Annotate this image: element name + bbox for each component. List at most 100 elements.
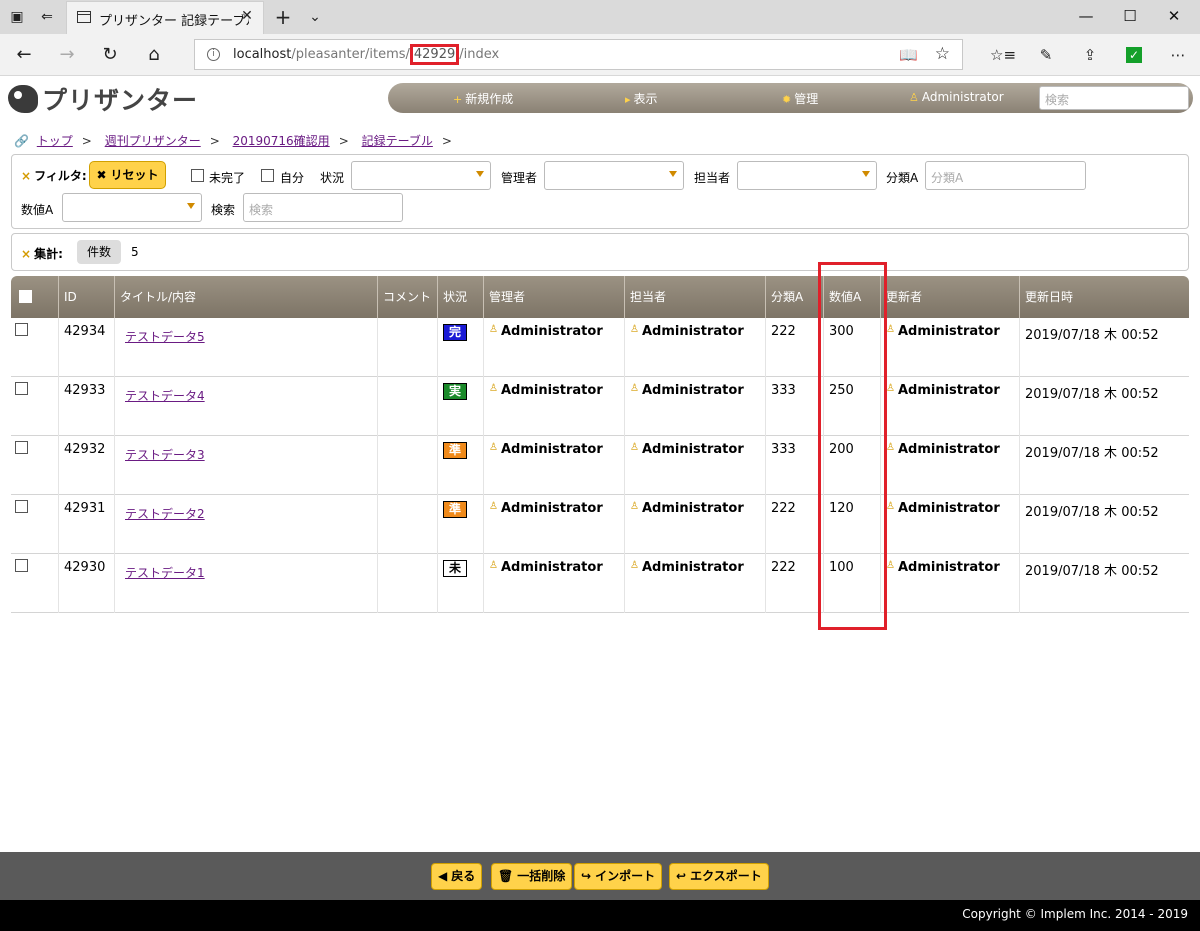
self-checkbox[interactable] <box>261 169 274 182</box>
minimize-icon[interactable]: — <box>1064 4 1108 28</box>
row-checkbox[interactable] <box>15 500 28 513</box>
close-window-icon[interactable]: ✕ <box>1152 4 1196 28</box>
row-title-link[interactable]: テストデータ5 <box>125 328 205 345</box>
incomplete-checkbox[interactable] <box>191 169 204 182</box>
back-button[interactable]: ◀ 戻る <box>431 863 483 890</box>
row-comment <box>378 318 438 377</box>
row-num-a: 100 <box>824 554 881 613</box>
reading-view-icon[interactable]: 📖 <box>899 46 918 64</box>
row-owner: ♙ Administrator <box>625 318 766 377</box>
collapse-x-icon[interactable]: × <box>21 169 31 183</box>
header-class-a[interactable]: 分類A <box>766 276 824 318</box>
extension-check-icon[interactable]: ✓ <box>1126 47 1142 63</box>
row-owner: ♙ Administrator <box>625 554 766 613</box>
import-button[interactable]: ↪ インポート <box>574 863 663 890</box>
select-all-checkbox[interactable] <box>19 290 32 303</box>
header-title[interactable]: タイトル/内容 <box>115 276 378 318</box>
forward-icon[interactable]: → <box>55 43 79 67</box>
address-bar[interactable]: i localhost/pleasanter/items/42929/index… <box>194 39 963 70</box>
user-icon: ♙ <box>886 501 895 512</box>
browser-tab-bar: ▣ ⇐ プリザンター 記録テーブル ‡ ✕ + ⌄ — ☐ ✕ <box>0 0 1200 34</box>
user-icon: ♙ <box>489 560 498 571</box>
link-icon: 🔗 <box>14 134 29 148</box>
header-search-input[interactable]: 検索 <box>1039 86 1189 110</box>
breadcrumb-record-table[interactable]: 記録テーブル <box>362 134 433 148</box>
more-icon[interactable]: ⋯ <box>1166 43 1190 67</box>
header-num-a[interactable]: 数値A <box>824 276 881 318</box>
class-a-label: 分類A <box>886 171 919 185</box>
set-aside-tabs-icon[interactable]: ⇐ <box>38 8 56 26</box>
manager-select[interactable] <box>544 161 684 190</box>
row-id: 42934 <box>59 318 115 377</box>
header-updater[interactable]: 更新者 <box>881 276 1020 318</box>
menu-new[interactable]: + 新規作成 <box>453 90 513 107</box>
row-title: テストデータ3 <box>115 436 378 495</box>
search-input[interactable]: 検索 <box>243 193 403 222</box>
copyright-bar: Copyright © Implem Inc. 2014 - 2019 <box>0 900 1200 931</box>
num-a-select[interactable] <box>62 193 202 222</box>
header-id[interactable]: ID <box>59 276 115 318</box>
manager-label: 管理者 <box>501 171 538 185</box>
favorite-star-icon[interactable]: ☆ <box>935 44 950 64</box>
header-comment[interactable]: コメント <box>378 276 438 318</box>
status-label: 状況 <box>320 171 345 185</box>
bulk-delete-button[interactable]: 🗑 一括削除 <box>491 863 573 890</box>
collapse-x-icon[interactable]: × <box>21 247 31 261</box>
user-icon: ♙ <box>489 324 498 335</box>
url-text: localhost/pleasanter/items/42929/index <box>233 44 499 65</box>
share-icon[interactable]: ⇪ <box>1078 43 1102 67</box>
pen-icon[interactable]: ✎ <box>1034 43 1058 67</box>
row-id: 42931 <box>59 495 115 554</box>
row-status: 未 <box>438 554 484 613</box>
user-icon: ♙ <box>489 383 498 394</box>
info-icon[interactable]: i <box>207 48 220 61</box>
menu-manage[interactable]: ✹ 管理 <box>782 90 818 107</box>
row-checkbox[interactable] <box>15 382 28 395</box>
row-title-link[interactable]: テストデータ1 <box>125 564 205 581</box>
favorites-list-icon[interactable]: ☆≡ <box>990 43 1016 67</box>
row-updater: ♙ Administrator <box>881 318 1020 377</box>
header-updated[interactable]: 更新日時 <box>1020 276 1189 318</box>
row-status: 完 <box>438 318 484 377</box>
breadcrumb-20190716[interactable]: 20190716確認用 <box>233 134 330 148</box>
row-title-link[interactable]: テストデータ4 <box>125 387 205 404</box>
close-tab-icon[interactable]: ✕ <box>237 8 257 24</box>
breadcrumb-weekly[interactable]: 週刊プリザンター <box>105 134 201 148</box>
export-button[interactable]: ↩ エクスポート <box>669 863 769 890</box>
table-row[interactable]: 42934 テストデータ5 完 ♙ Administrator ♙ Administrato… <box>11 318 1189 377</box>
refresh-icon[interactable]: ↻ <box>98 43 122 67</box>
menu-view[interactable]: ▸ 表示 <box>625 90 658 107</box>
table-row[interactable]: 42933 テストデータ4 実 ♙ Administrator ♙ Administrato… <box>11 377 1189 436</box>
browser-tab[interactable]: プリザンター 記録テーブル ‡ ✕ <box>66 1 264 34</box>
back-icon[interactable]: ← <box>12 43 36 67</box>
reset-button[interactable]: ✖ リセット <box>89 161 166 189</box>
header-status[interactable]: 状況 <box>438 276 484 318</box>
app-logo[interactable]: プリザンター <box>8 83 198 115</box>
table-row[interactable]: 42932 テストデータ3 準 ♙ Administrator ♙ Administrato… <box>11 436 1189 495</box>
owner-select[interactable] <box>737 161 877 190</box>
row-checkbox[interactable] <box>15 441 28 454</box>
home-icon[interactable]: ⌂ <box>142 43 166 67</box>
row-title-link[interactable]: テストデータ2 <box>125 505 205 522</box>
filter-panel: × フィルタ: ✖ リセット 未完了 自分 状況 管理者 担当者 分類A 分類A 数… <box>11 154 1189 229</box>
new-tab-icon[interactable]: + <box>274 7 292 27</box>
row-checkbox[interactable] <box>15 559 28 572</box>
tab-list-chevron-icon[interactable]: ⌄ <box>306 8 324 26</box>
row-checkbox[interactable] <box>15 323 28 336</box>
header-owner[interactable]: 担当者 <box>625 276 766 318</box>
table-row[interactable]: 42930 テストデータ1 未 ♙ Administrator ♙ Administrato… <box>11 554 1189 613</box>
class-a-input[interactable]: 分類A <box>925 161 1086 190</box>
logo-text: プリザンター <box>42 86 199 115</box>
count-button[interactable]: 件数 <box>77 240 121 264</box>
num-a-label: 数値A <box>21 203 54 217</box>
status-select[interactable] <box>351 161 491 190</box>
breadcrumb-top[interactable]: トップ <box>37 134 73 148</box>
tab-manager-icon[interactable]: ▣ <box>8 8 26 26</box>
row-title-link[interactable]: テストデータ3 <box>125 446 205 463</box>
export-icon: ↩ <box>676 869 687 883</box>
maximize-icon[interactable]: ☐ <box>1108 4 1152 28</box>
table-row[interactable]: 42931 テストデータ2 準 ♙ Administrator ♙ Administrato… <box>11 495 1189 554</box>
logo-bird-icon <box>8 85 38 113</box>
header-manager[interactable]: 管理者 <box>484 276 625 318</box>
menu-user[interactable]: ♙ Administrator <box>909 90 1004 104</box>
